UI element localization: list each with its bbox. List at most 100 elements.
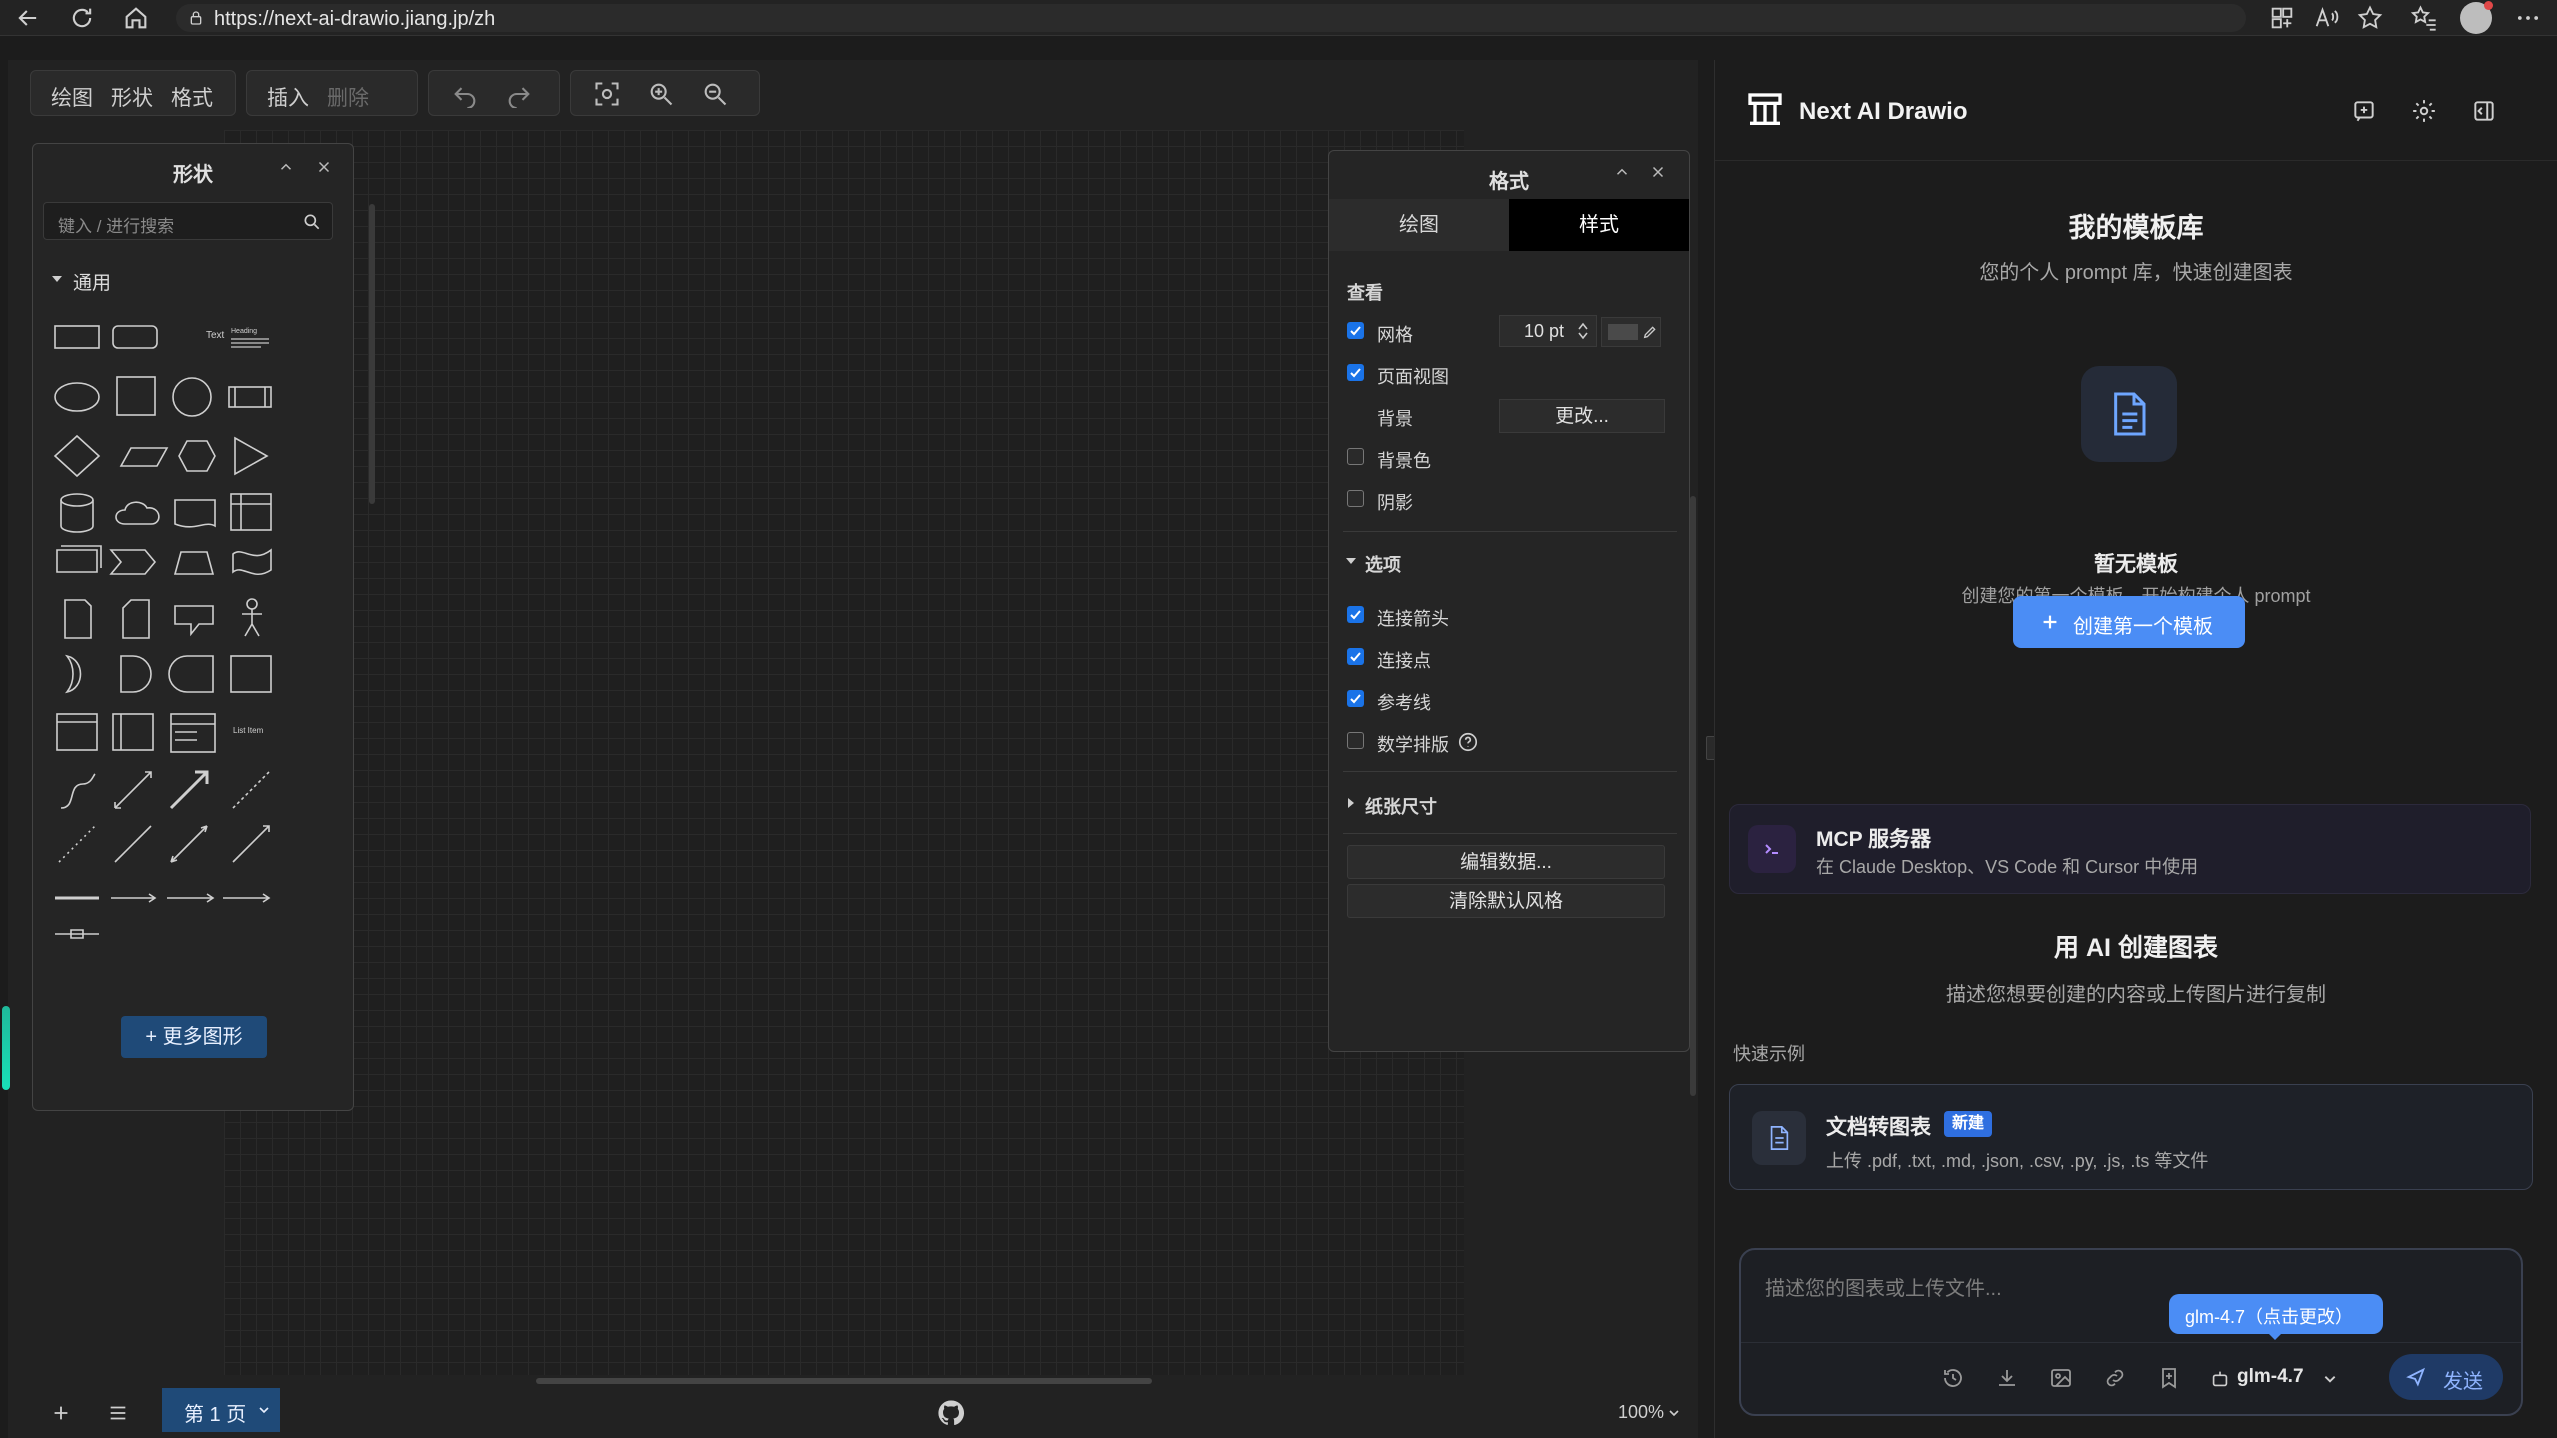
menu-group: 绘图 形状 格式 bbox=[30, 70, 236, 116]
ai-subtitle: 描述您想要创建的内容或上传图片进行复制 bbox=[1946, 984, 2326, 1006]
model-name[interactable]: glm-4.7 bbox=[2237, 1366, 2304, 1388]
mcp-desc: 在 Claude Desktop、VS Code 和 Cursor 中使用 bbox=[1816, 857, 2199, 877]
paper-size-heading[interactable]: 纸张尺寸 bbox=[1365, 793, 1437, 819]
image-upload-icon[interactable] bbox=[2049, 1366, 2073, 1390]
rounded-rectangle-shape bbox=[112, 325, 158, 349]
close-icon[interactable] bbox=[1649, 163, 1667, 181]
back-icon[interactable] bbox=[14, 4, 42, 32]
github-icon[interactable] bbox=[936, 1398, 966, 1428]
label-connector-shape bbox=[223, 893, 271, 903]
and-shape bbox=[120, 655, 152, 693]
close-icon[interactable] bbox=[315, 158, 333, 176]
canvas-vertical-scrollbar[interactable] bbox=[1690, 496, 1696, 1096]
new-chat-icon[interactable] bbox=[2351, 98, 2377, 124]
page-view-checkbox[interactable] bbox=[1347, 364, 1364, 381]
connection-points-checkbox[interactable] bbox=[1347, 648, 1364, 665]
collapse-icon[interactable] bbox=[277, 158, 295, 176]
triangle-shape bbox=[234, 436, 269, 476]
undo-icon[interactable] bbox=[451, 80, 479, 108]
favorite-star-icon[interactable] bbox=[2356, 4, 2384, 32]
math-typesetting-checkbox[interactable] bbox=[1347, 732, 1364, 749]
delete-button[interactable]: 删除 bbox=[327, 82, 369, 112]
download-icon[interactable] bbox=[1995, 1366, 2019, 1390]
search-icon[interactable] bbox=[302, 212, 322, 232]
menu-draw[interactable]: 绘图 bbox=[51, 82, 93, 112]
left-scroll-indicator[interactable] bbox=[2, 1006, 10, 1090]
zoom-out-icon[interactable] bbox=[701, 80, 729, 108]
create-first-template-button[interactable]: 创建第一个模板 bbox=[2013, 596, 2245, 648]
connection-arrows-checkbox[interactable] bbox=[1347, 606, 1364, 623]
app-available-icon[interactable] bbox=[2268, 4, 2296, 32]
collapse-panel-icon[interactable] bbox=[2471, 98, 2497, 124]
paper-size-collapsed-icon bbox=[1348, 798, 1354, 808]
or-shape bbox=[64, 654, 82, 694]
doc-to-diagram-card[interactable]: 文档转图表 新建 上传 .pdf, .txt, .md, .json, .csv… bbox=[1729, 1084, 2533, 1190]
read-aloud-icon[interactable] bbox=[2312, 4, 2340, 32]
change-background-button[interactable]: 更改... bbox=[1499, 399, 1665, 433]
note-shape bbox=[64, 599, 92, 639]
background-color-checkbox[interactable] bbox=[1347, 448, 1364, 465]
add-page-icon[interactable] bbox=[50, 1402, 72, 1424]
edit-data-button[interactable]: 编辑数据... bbox=[1347, 845, 1665, 879]
fit-page-icon[interactable] bbox=[593, 80, 621, 108]
doc-title: 文档转图表 bbox=[1826, 1116, 1931, 1139]
guides-checkbox[interactable] bbox=[1347, 690, 1364, 707]
page-tab-1[interactable]: 第 1 页 bbox=[162, 1388, 280, 1432]
section-expanded-icon[interactable] bbox=[51, 273, 63, 285]
favorites-list-icon[interactable] bbox=[2410, 4, 2438, 32]
shapes-panel: 形状 键入 / 进行搜索 通用 Text Heading List Item +… bbox=[32, 143, 375, 1111]
shape-search-placeholder: 键入 / 进行搜索 bbox=[58, 217, 175, 236]
text-shape[interactable]: Text bbox=[206, 330, 224, 341]
rectangle-shape bbox=[54, 325, 100, 349]
connection-points-label: 连接点 bbox=[1377, 651, 1431, 671]
double-arrow-line-shape bbox=[170, 825, 208, 863]
ai-chat-panel: Next AI Drawio 我的模板库 您的个人 prompt 库，快速创建图… bbox=[1714, 60, 2557, 1438]
tab-style[interactable]: 样式 bbox=[1509, 199, 1689, 251]
zoom-in-icon[interactable] bbox=[647, 80, 675, 108]
canvas-horizontal-scrollbar[interactable] bbox=[536, 1378, 1152, 1384]
grid-size-input[interactable]: 10 pt bbox=[1499, 315, 1597, 347]
model-chevron-icon[interactable] bbox=[2323, 1372, 2337, 1386]
clear-default-style-button[interactable]: 清除默认风格 bbox=[1347, 884, 1665, 918]
tab-draw[interactable]: 绘图 bbox=[1329, 199, 1509, 251]
reload-icon[interactable] bbox=[68, 4, 96, 32]
background-label: 背景 bbox=[1377, 409, 1413, 429]
menu-format[interactable]: 格式 bbox=[171, 82, 213, 112]
link-icon[interactable] bbox=[2103, 1366, 2127, 1390]
grid-color-picker[interactable] bbox=[1601, 317, 1661, 347]
shadow-checkbox[interactable] bbox=[1347, 490, 1364, 507]
app-title: Next AI Drawio bbox=[1799, 98, 1968, 125]
bookmark-add-icon[interactable] bbox=[2157, 1366, 2181, 1390]
history-icon[interactable] bbox=[1941, 1366, 1965, 1390]
actor-shape bbox=[246, 598, 258, 610]
options-heading[interactable]: 选项 bbox=[1365, 551, 1401, 577]
settings-gear-icon[interactable] bbox=[2411, 98, 2437, 124]
redo-icon[interactable] bbox=[505, 80, 533, 108]
profile-avatar[interactable] bbox=[2460, 1, 2493, 34]
shape-grid bbox=[53, 325, 272, 939]
textbox-shape[interactable]: Heading bbox=[231, 328, 273, 348]
chat-input-box[interactable]: 描述您的图表或上传文件... glm-4.7 发送 bbox=[1739, 1248, 2523, 1416]
send-button[interactable]: 发送 bbox=[2389, 1354, 2503, 1400]
menu-shape[interactable]: 形状 bbox=[111, 82, 153, 112]
mcp-server-card[interactable]: MCP 服务器 在 Claude Desktop、VS Code 和 Curso… bbox=[1729, 804, 2531, 894]
more-shapes-button[interactable]: + 更多图形 bbox=[121, 1016, 267, 1058]
container-shape bbox=[230, 655, 272, 693]
section-general[interactable]: 通用 bbox=[73, 268, 111, 295]
background-color-label: 背景色 bbox=[1377, 451, 1431, 471]
collapse-icon[interactable] bbox=[1613, 163, 1631, 181]
home-icon[interactable] bbox=[122, 4, 150, 32]
lock-icon bbox=[188, 10, 204, 26]
shapes-scrollbar[interactable] bbox=[369, 204, 375, 504]
more-menu-icon[interactable] bbox=[2514, 4, 2542, 32]
address-bar[interactable]: https://next-ai-drawio.jiang.jp/zh bbox=[176, 4, 2246, 32]
list-item-shape[interactable]: List Item bbox=[233, 726, 263, 735]
help-icon[interactable] bbox=[1457, 731, 1479, 753]
pages-menu-icon[interactable] bbox=[106, 1402, 130, 1424]
insert-button[interactable]: 插入 bbox=[267, 82, 309, 112]
shape-search-input[interactable]: 键入 / 进行搜索 bbox=[43, 202, 333, 240]
drawing-canvas[interactable] bbox=[224, 130, 1464, 1375]
zoom-level[interactable]: 100% bbox=[1618, 1402, 1664, 1423]
browser-toolbar: https://next-ai-drawio.jiang.jp/zh bbox=[0, 0, 2557, 36]
grid-checkbox[interactable] bbox=[1347, 322, 1364, 339]
